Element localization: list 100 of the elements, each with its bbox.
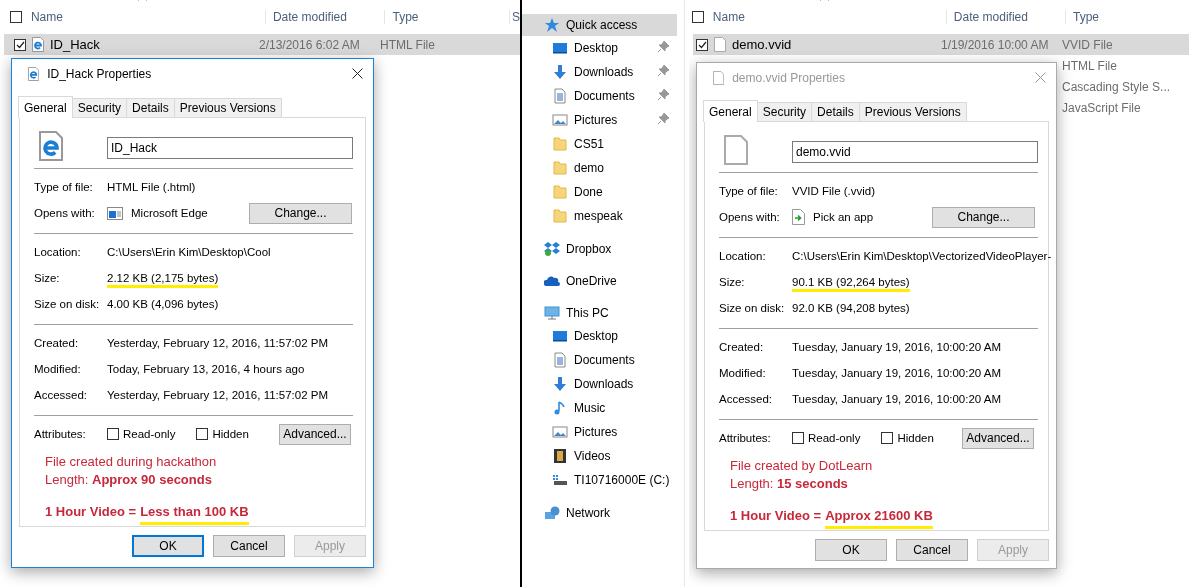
property-label: Accessed: — [719, 393, 774, 405]
document-icon — [552, 352, 568, 368]
column-header[interactable]: Date modified — [945, 10, 1065, 24]
annotation-text: Approx 21600 KB — [825, 507, 933, 529]
property-label: Created: — [34, 337, 80, 349]
property-value: 2.12 KB (2,175 bytes) — [107, 272, 219, 288]
column-header[interactable]: Name — [712, 10, 745, 24]
nav-item[interactable]: demo — [522, 156, 677, 180]
app-window-icon — [107, 206, 123, 220]
property-label: Modified: — [34, 363, 82, 375]
column-header[interactable]: Type — [384, 10, 509, 24]
dialog-button[interactable]: Cancel — [896, 539, 968, 561]
property-value: Yesterday, February 12, 2016, 11:57:02 PM — [107, 337, 328, 349]
nav-item[interactable]: CS51 — [522, 132, 677, 156]
nav-item[interactable]: Videos — [522, 444, 677, 468]
star-icon — [544, 17, 560, 33]
nav-item[interactable]: TI10716000E (C:) — [522, 468, 677, 492]
nav-item[interactable]: OneDrive — [522, 270, 677, 292]
select-all-checkbox[interactable] — [10, 11, 22, 23]
file-name-field[interactable]: ID_Hack — [107, 137, 353, 159]
nav-item[interactable]: Quick access — [522, 14, 677, 36]
tab[interactable]: Previous Versions — [858, 102, 967, 121]
annotation-text: File created during hackathon — [45, 453, 218, 471]
annotation-text: Length: 15 seconds — [730, 475, 849, 493]
nav-item[interactable]: Documents — [522, 348, 677, 372]
annotation-text: File created by DotLearn — [730, 457, 874, 475]
advanced-button[interactable]: Advanced... — [962, 427, 1034, 449]
file-name-field[interactable]: demo.vvid — [792, 141, 1038, 163]
close-icon[interactable] — [352, 68, 363, 79]
checkbox[interactable] — [196, 428, 209, 440]
property-label: Size: — [719, 276, 746, 288]
dialog-button[interactable]: OK — [815, 539, 887, 561]
change-button[interactable]: Change... — [249, 202, 352, 224]
property-label: Opens with: — [34, 207, 96, 219]
nav-item[interactable]: Done — [522, 180, 677, 204]
property-value: HTML File (.html) — [107, 181, 196, 193]
checkbox-label: Read-only — [808, 432, 861, 444]
file-row[interactable]: ID_Hack 2/13/2016 6:02 AM HTML File — [4, 34, 520, 55]
down-arrow-icon — [552, 376, 568, 392]
nav-item[interactable]: mespeak — [522, 204, 677, 228]
nav-item[interactable]: Desktop — [522, 36, 677, 60]
blank-file-icon — [714, 37, 726, 52]
change-button[interactable]: Change... — [932, 206, 1035, 228]
annotation-text: 1 Hour Video = — [730, 507, 822, 525]
annotation-text: Less than 100 KB — [140, 503, 249, 525]
column-header[interactable]: Type — [1064, 10, 1189, 24]
property-value: C:\Users\Erin Kim\Desktop\Cool — [107, 246, 271, 258]
nav-item[interactable]: Downloads — [522, 60, 677, 84]
browser-file-icon — [39, 131, 63, 161]
film-icon — [552, 448, 568, 464]
dialog-button[interactable]: OK — [132, 535, 204, 557]
tab[interactable]: Details — [126, 98, 175, 117]
dialog-title: ID_Hack Properties — [47, 66, 153, 81]
nav-item[interactable]: Dropbox — [522, 238, 677, 260]
music-note-icon — [552, 400, 568, 416]
browser-file-icon — [32, 37, 44, 52]
network-icon — [544, 505, 560, 521]
property-value: 90.1 KB (92,264 bytes) — [792, 276, 910, 292]
checkbox-label: Read-only — [123, 428, 176, 440]
property-value: Tuesday, January 19, 2016, 10:00:20 AM — [792, 367, 1002, 379]
nav-item[interactable]: Downloads — [522, 372, 677, 396]
monitor-icon — [552, 40, 568, 56]
tab[interactable]: General — [18, 96, 73, 118]
nav-item[interactable]: This PC — [522, 302, 677, 324]
nav-item[interactable]: Desktop — [522, 324, 677, 348]
nav-item[interactable]: Pictures — [522, 108, 677, 132]
down-arrow-icon — [552, 64, 568, 80]
dialog-button[interactable]: Cancel — [213, 535, 285, 557]
property-value: Pick an app — [813, 211, 875, 223]
nav-item[interactable]: Pictures — [522, 420, 677, 444]
property-value: Tuesday, January 19, 2016, 10:00:20 AM — [792, 341, 1002, 353]
folder-icon — [552, 160, 568, 176]
dialog-title: demo.vvid Properties — [732, 70, 846, 85]
nav-item[interactable]: Music — [522, 396, 677, 420]
property-value: VVID File (.vvid) — [792, 185, 876, 197]
property-label: Size: — [34, 272, 61, 284]
column-header[interactable]: Date modified — [264, 10, 385, 24]
nav-item[interactable]: Network — [522, 502, 677, 524]
tab[interactable]: Details — [811, 102, 860, 121]
file-type: VVID File — [1062, 37, 1113, 52]
row-checkbox[interactable] — [14, 38, 26, 51]
checkbox[interactable] — [881, 432, 894, 444]
column-header[interactable]: Name — [30, 10, 63, 24]
file-type: HTML File — [380, 37, 435, 52]
file-row[interactable]: demo.vvid 1/19/2016 10:00 AM VVID File — [693, 34, 1189, 55]
select-all-checkbox[interactable] — [692, 11, 704, 23]
tab[interactable]: Security — [71, 98, 128, 117]
advanced-button[interactable]: Advanced... — [279, 423, 351, 445]
checkbox[interactable] — [107, 428, 119, 440]
blank-file-icon — [713, 70, 725, 85]
property-label: Type of file: — [34, 181, 94, 193]
checkbox[interactable] — [792, 432, 804, 444]
tab[interactable]: Security — [756, 102, 813, 121]
row-checkbox[interactable] — [696, 38, 708, 51]
tab[interactable]: General — [703, 100, 758, 122]
browser-file-icon — [28, 66, 40, 81]
file-date: 1/19/2016 10:00 AM — [941, 37, 1049, 52]
property-label: Accessed: — [34, 389, 89, 401]
tab[interactable]: Previous Versions — [173, 98, 282, 117]
nav-item[interactable]: Documents — [522, 84, 677, 108]
